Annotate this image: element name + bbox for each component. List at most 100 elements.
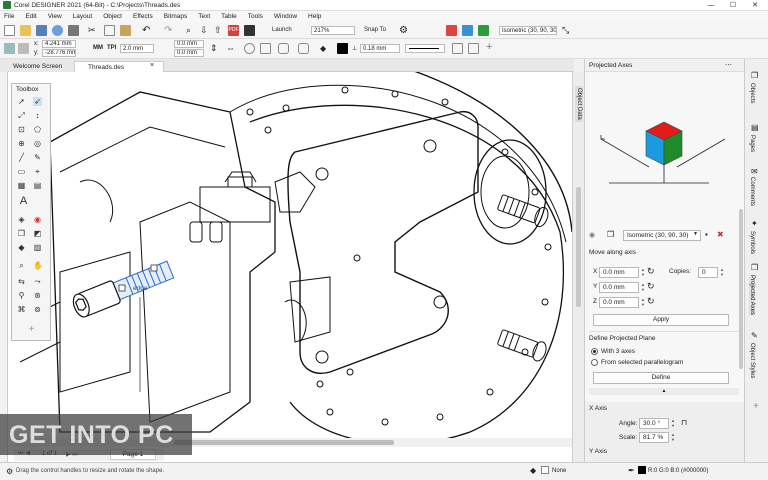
tab-object-data[interactable]: Object Data bbox=[575, 86, 583, 122]
line-tool-icon[interactable]: ╱ bbox=[17, 153, 26, 162]
technical-illustration[interactable] bbox=[0, 72, 572, 462]
move-x-field[interactable]: 0.0 mm bbox=[599, 267, 639, 278]
settings-icon[interactable]: ⚙ bbox=[6, 467, 13, 476]
spiral-tool-icon[interactable]: ⊚ bbox=[33, 305, 42, 314]
shape-tool-icon[interactable]: ⤢ bbox=[17, 111, 26, 120]
export-icon[interactable]: ⇧ bbox=[214, 25, 225, 36]
pen-tool-icon[interactable]: ✎ bbox=[33, 153, 42, 162]
close-button[interactable]: ✕ bbox=[744, 0, 766, 11]
print-icon[interactable] bbox=[68, 25, 79, 36]
gear-icon[interactable]: ⚙ bbox=[399, 25, 410, 36]
menu-layout[interactable]: Layout bbox=[73, 13, 93, 20]
menu-help[interactable]: Help bbox=[308, 13, 321, 20]
tab-pages[interactable]: Pages bbox=[749, 135, 755, 152]
maximize-button[interactable]: ☐ bbox=[722, 0, 744, 11]
paste-icon[interactable] bbox=[120, 25, 131, 36]
tpi-field[interactable]: 2.0 mm bbox=[120, 44, 154, 53]
menu-bitmaps[interactable]: Bitmaps bbox=[164, 13, 187, 20]
move-y-reset-icon[interactable]: ↻ bbox=[647, 281, 655, 292]
menu-tools[interactable]: Tools bbox=[248, 13, 263, 20]
shape-icon[interactable] bbox=[244, 43, 255, 54]
snap-to-dropdown[interactable]: Snap To bbox=[364, 27, 386, 33]
offset-field-1[interactable]: 0.0 mm bbox=[174, 40, 204, 48]
move-y-field[interactable]: 0.0 mm bbox=[599, 282, 639, 293]
panel-scrollbar[interactable] bbox=[739, 209, 743, 369]
save-preset-icon[interactable]: ▪ bbox=[705, 230, 708, 239]
outline-width-field[interactable]: 0.18 mm bbox=[360, 44, 400, 53]
text-tool-icon[interactable]: A bbox=[19, 196, 28, 207]
zoom-tool-icon[interactable]: ⊕ bbox=[17, 139, 26, 148]
magnifier-icon[interactable]: ⌕ bbox=[17, 261, 26, 270]
menu-edit[interactable]: Edit bbox=[25, 13, 36, 20]
minimize-button[interactable]: — bbox=[700, 0, 722, 11]
add-docker-icon[interactable]: + bbox=[753, 401, 759, 412]
view-cube-blue-icon[interactable] bbox=[462, 25, 473, 36]
cube-tool-icon[interactable]: ❒ bbox=[17, 229, 26, 238]
eyedropper-icon[interactable]: ⚲ bbox=[17, 291, 26, 300]
ellipse-icon[interactable] bbox=[278, 43, 289, 54]
launch-dropdown[interactable]: Launch bbox=[272, 27, 292, 33]
menu-view[interactable]: View bbox=[48, 13, 62, 20]
search-icon[interactable]: ⌕ bbox=[186, 25, 197, 36]
smart-fill-icon[interactable]: ⌘ bbox=[17, 305, 26, 314]
corel-app-icon[interactable] bbox=[244, 25, 255, 36]
collapse-icon[interactable]: ▲ bbox=[589, 388, 739, 395]
offset-field-2[interactable]: 0.0 mm bbox=[174, 49, 204, 57]
zoom-select[interactable]: 217% bbox=[311, 26, 355, 35]
projection-tool-icon-2[interactable]: ◈ bbox=[17, 215, 26, 224]
dimension-tool-icon[interactable]: ⇆ bbox=[17, 277, 26, 286]
menu-window[interactable]: Window bbox=[274, 13, 297, 20]
outline-pen-icon[interactable]: ✒ bbox=[628, 466, 635, 475]
polygon-tool-icon[interactable]: ⬠ bbox=[33, 125, 42, 134]
angle-spinner[interactable]: ▲ ▼ bbox=[670, 418, 676, 429]
add-icon[interactable]: + bbox=[486, 42, 497, 53]
callout-tool-icon[interactable]: ⌖ bbox=[33, 167, 42, 176]
group-icon[interactable] bbox=[468, 43, 479, 54]
ellipse-tool-icon[interactable]: ◎ bbox=[33, 139, 42, 148]
copy-icon[interactable] bbox=[104, 25, 115, 36]
line-style-select[interactable] bbox=[405, 44, 445, 53]
close-tab-icon[interactable]: × bbox=[150, 62, 154, 69]
new-document-icon[interactable] bbox=[4, 25, 15, 36]
scale-spinner[interactable]: ▲ ▼ bbox=[670, 432, 676, 443]
dropdown-arrow-icon[interactable]: ▼ bbox=[693, 231, 698, 237]
color-swatch-icon[interactable] bbox=[337, 43, 348, 54]
add-tool-icon[interactable]: + bbox=[27, 325, 36, 335]
copies-spinner[interactable]: ▲ ▼ bbox=[719, 267, 725, 278]
fill-bucket-icon[interactable]: ◆ bbox=[530, 466, 536, 475]
radio-with-3-axes[interactable] bbox=[591, 348, 598, 355]
move-z-reset-icon[interactable]: ↻ bbox=[647, 296, 655, 307]
import-icon[interactable]: ⇩ bbox=[200, 25, 211, 36]
tab-comments[interactable]: Comments bbox=[749, 177, 755, 206]
connector-tool-icon[interactable]: ⤳ bbox=[33, 277, 42, 286]
color-tool-icon[interactable]: ◉ bbox=[33, 215, 42, 224]
move-z-spinner[interactable]: ▲ ▼ bbox=[640, 297, 646, 308]
tab-symbols[interactable]: Symbols bbox=[749, 231, 755, 254]
table-tool-icon[interactable]: ▦ bbox=[17, 181, 26, 190]
x-position-field[interactable]: 4.241 mm bbox=[42, 40, 76, 48]
cloud-icon[interactable] bbox=[52, 25, 63, 36]
contour-tool-icon[interactable]: ⊛ bbox=[33, 291, 42, 300]
mirror-icon[interactable]: ⇔ bbox=[226, 43, 237, 54]
crop-tool-icon[interactable]: ⊡ bbox=[17, 125, 26, 134]
interactive-fill-icon[interactable]: ▨ bbox=[33, 243, 42, 252]
delete-preset-icon[interactable]: ✖ bbox=[717, 230, 724, 239]
scale-field[interactable]: 81.7 % bbox=[639, 432, 669, 443]
tab-objects[interactable]: Objects bbox=[749, 83, 755, 103]
open-folder-icon[interactable] bbox=[20, 25, 31, 36]
cut-icon[interactable]: ✂ bbox=[88, 25, 99, 36]
view-cube-red-icon[interactable] bbox=[446, 25, 457, 36]
rectangle-tool-icon[interactable]: ▭ bbox=[17, 167, 26, 176]
move-x-reset-icon[interactable]: ↻ bbox=[647, 266, 655, 277]
knife-tool-icon[interactable]: ↕ bbox=[33, 111, 42, 120]
panel-scroll-thumb[interactable] bbox=[576, 187, 581, 307]
container-tool-icon[interactable]: ▤ bbox=[33, 181, 42, 190]
pick-tool-icon[interactable]: ➚ bbox=[17, 97, 26, 106]
transparency-tool-icon[interactable]: ◩ bbox=[33, 229, 42, 238]
undo-icon[interactable]: ↶ bbox=[142, 25, 153, 36]
menu-text[interactable]: Text bbox=[198, 13, 210, 20]
y-position-field[interactable]: -28.776 mm bbox=[42, 49, 76, 57]
scroll-thumb[interactable] bbox=[174, 440, 394, 445]
copies-field[interactable]: 0 bbox=[698, 267, 718, 278]
projection-tool-icon[interactable]: ⤡ bbox=[562, 25, 573, 36]
